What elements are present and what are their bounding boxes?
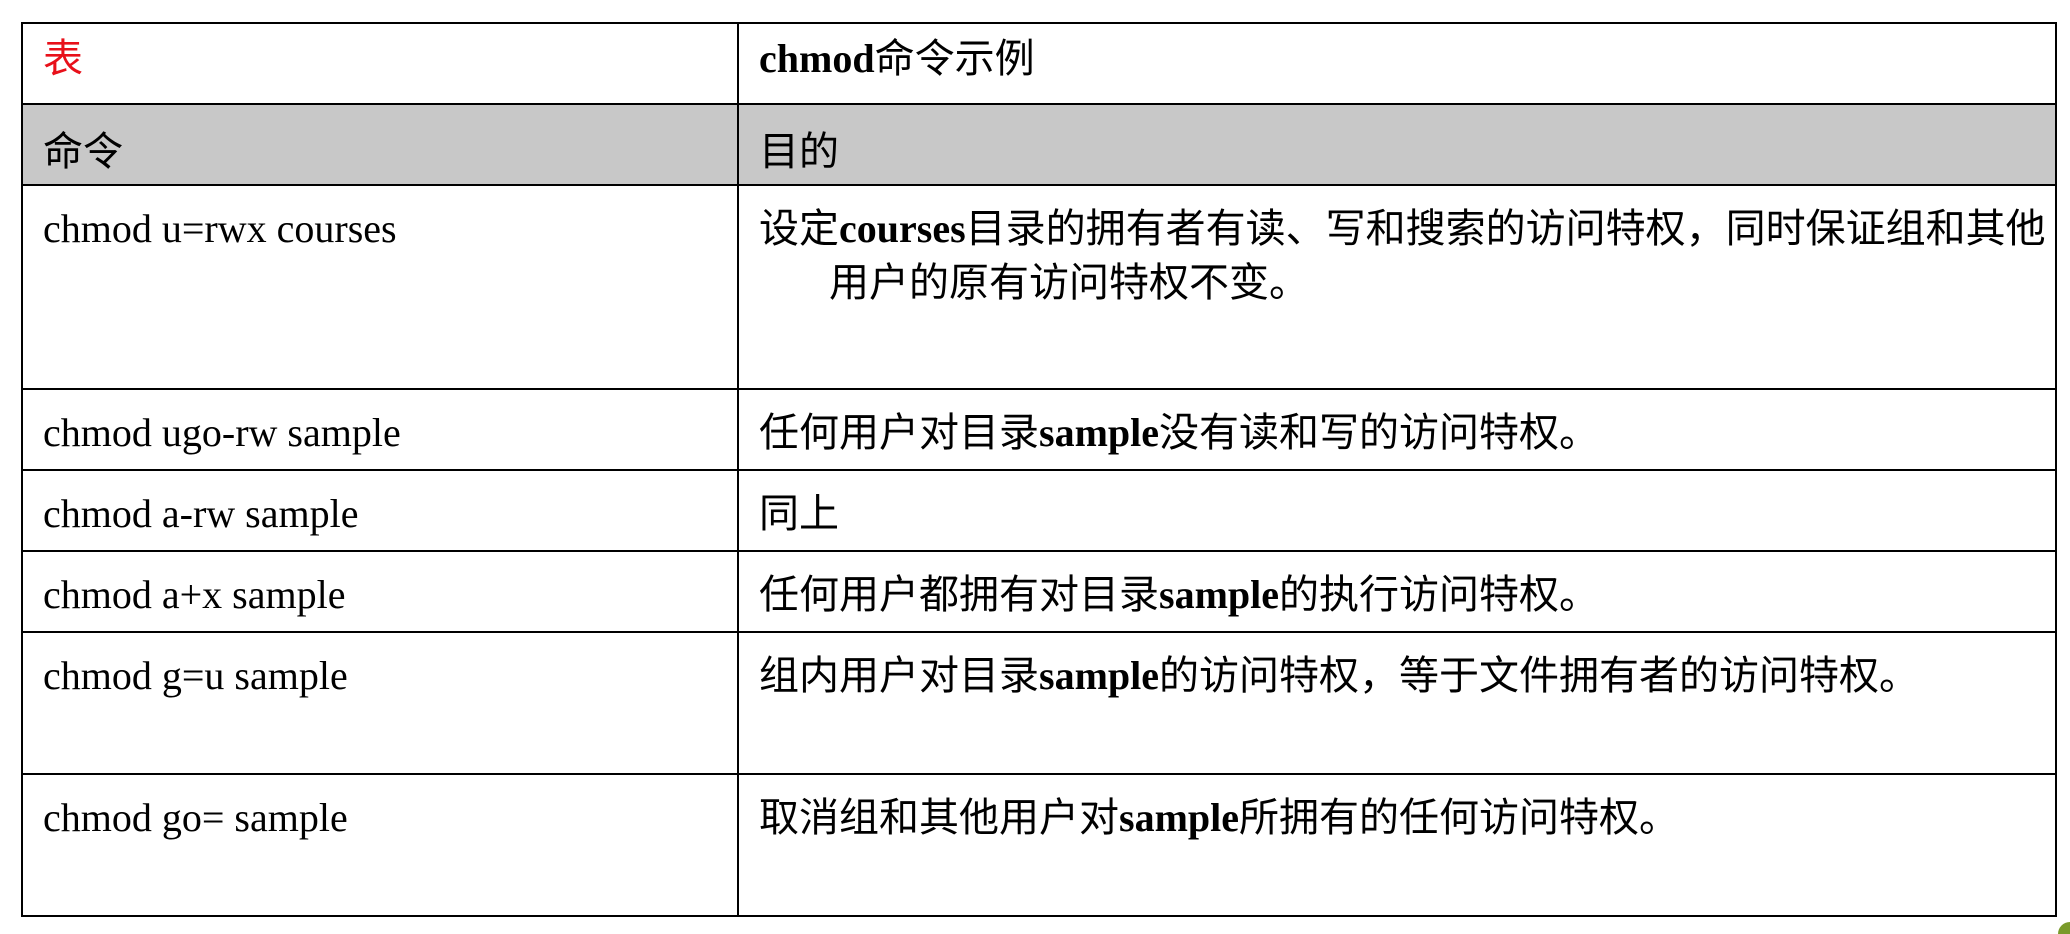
table-label-cell: 表 (21, 22, 739, 105)
table-title-row: 表 chmod命令示例 (21, 22, 2057, 105)
purpose-keyword: sample (1119, 795, 1239, 840)
command-cell: chmod ugo-rw sample (21, 388, 739, 471)
table-row: chmod a+x sample 任何用户都拥有对目录sample的执行访问特权… (21, 550, 2057, 633)
table-caption-cell: chmod命令示例 (737, 22, 2057, 105)
purpose-cell: 组内用户对目录sample的访问特权，等于文件拥有者的访问特权。 (737, 631, 2057, 775)
command-cell: chmod g=u sample (21, 631, 739, 775)
purpose-segment: 取消组和其他用户对 (759, 795, 1119, 840)
purpose-keyword: courses (839, 206, 966, 251)
purpose-cell: 设定courses目录的拥有者有读、写和搜索的访问特权，同时保证组和其他用户的原… (737, 184, 2057, 390)
purpose-segment: 任何用户都拥有对目录 (759, 572, 1159, 617)
purpose-segment: 同上 (759, 491, 839, 536)
table-caption-text: 命令示例 (874, 36, 1035, 81)
purpose-segment: 任何用户对目录 (759, 410, 1039, 455)
table-caption-command: chmod (759, 36, 875, 81)
purpose-cell: 任何用户对目录sample没有读和写的访问特权。 (737, 388, 2057, 471)
purpose-text: 组内用户对目录sample的访问特权，等于文件拥有者的访问特权。 (759, 649, 2055, 703)
purpose-keyword: sample (1159, 572, 1279, 617)
purpose-segment: 所拥有的任何访问特权。 (1239, 795, 1679, 840)
purpose-segment: 没有读和写的访问特权。 (1159, 410, 1599, 455)
purpose-text: 任何用户都拥有对目录sample的执行访问特权。 (759, 568, 2055, 622)
purpose-cell: 同上 (737, 469, 2057, 552)
purpose-text: 同上 (759, 487, 2055, 541)
purpose-cell: 取消组和其他用户对sample所拥有的任何访问特权。 (737, 773, 2057, 917)
table-row: chmod ugo-rw sample 任何用户对目录sample没有读和写的访… (21, 388, 2057, 471)
purpose-keyword: sample (1039, 653, 1159, 698)
purpose-segment: 设定 (759, 206, 839, 251)
command-cell: chmod a+x sample (21, 550, 739, 633)
table-label: 表 (43, 36, 83, 81)
purpose-text: 取消组和其他用户对sample所拥有的任何访问特权。 (759, 791, 2055, 845)
purpose-segment: 的执行访问特权。 (1279, 572, 1599, 617)
table-header-row: 命令 目的 (21, 103, 2057, 186)
table-row: chmod a-rw sample 同上 (21, 469, 2057, 552)
command-cell: chmod go= sample (21, 773, 739, 917)
table-row: chmod g=u sample 组内用户对目录sample的访问特权，等于文件… (21, 631, 2057, 775)
column-header-purpose: 目的 (737, 103, 2057, 186)
purpose-segment: 目录的拥有者有读、写和搜索的访问特权，同时保证组和其他用户的原有访问特权不变。 (829, 206, 2046, 305)
purpose-text: 任何用户对目录sample没有读和写的访问特权。 (759, 406, 2055, 460)
purpose-text: 设定courses目录的拥有者有读、写和搜索的访问特权，同时保证组和其他用户的原… (759, 202, 2055, 310)
command-cell: chmod u=rwx courses (21, 184, 739, 390)
purpose-segment: 的访问特权，等于文件拥有者的访问特权。 (1159, 653, 1919, 698)
chmod-examples-table: 表 chmod命令示例 命令 目的 chmod u=rwx courses 设定… (21, 22, 2057, 917)
purpose-segment: 组内用户对目录 (759, 653, 1039, 698)
command-cell: chmod a-rw sample (21, 469, 739, 552)
table-row: chmod go= sample 取消组和其他用户对sample所拥有的任何访问… (21, 773, 2057, 917)
purpose-keyword: sample (1039, 410, 1159, 455)
table-row: chmod u=rwx courses 设定courses目录的拥有者有读、写和… (21, 184, 2057, 390)
purpose-cell: 任何用户都拥有对目录sample的执行访问特权。 (737, 550, 2057, 633)
slide-corner-decoration (2058, 922, 2070, 934)
column-header-command: 命令 (21, 103, 739, 186)
